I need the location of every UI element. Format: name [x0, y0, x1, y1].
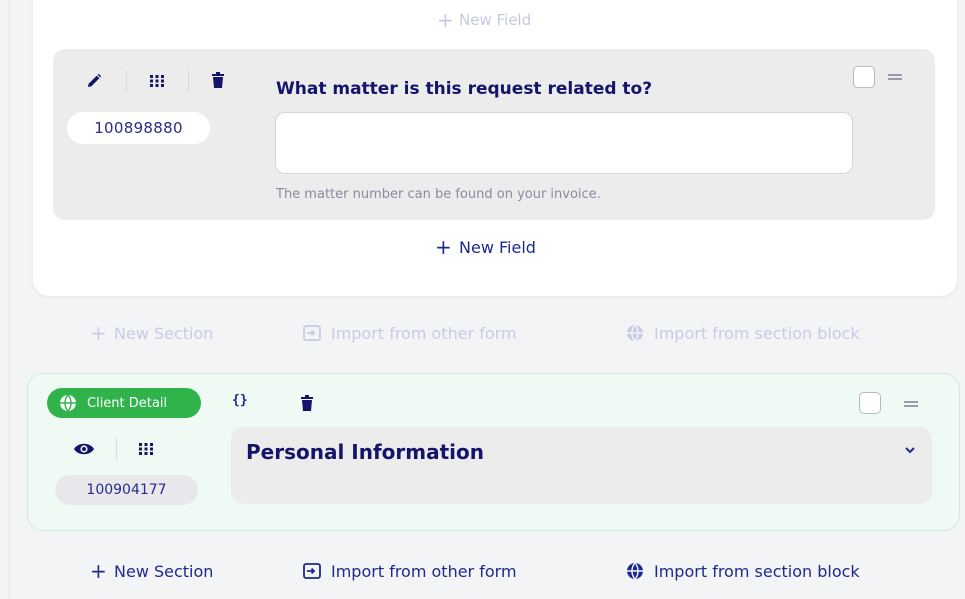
- new-section-label: New Section: [114, 323, 214, 343]
- matter-input[interactable]: [275, 112, 853, 174]
- new-section-label: New Section: [114, 561, 214, 581]
- pencil-icon[interactable]: [85, 72, 103, 90]
- field-id: 100898880: [67, 112, 210, 144]
- import-form-label: Import from other form: [331, 561, 517, 581]
- section-title-box[interactable]: [231, 427, 932, 504]
- new-field-label: New Field: [459, 237, 536, 257]
- new-field-button[interactable]: + New Field: [435, 236, 536, 258]
- chevron-down-icon[interactable]: [905, 443, 915, 457]
- globe-icon: [60, 394, 76, 412]
- import-form-label: Import from other form: [331, 323, 517, 343]
- field-help-text: The matter number can be found on your i…: [276, 187, 601, 202]
- divider: [188, 70, 189, 92]
- code-braces-icon[interactable]: {}: [232, 393, 248, 408]
- import-block-button[interactable]: Import from section block: [626, 560, 860, 582]
- drag-handle-icon[interactable]: [904, 401, 918, 407]
- import-form-button-disabled[interactable]: Import from other form: [303, 322, 517, 344]
- new-field-label: New Field: [459, 11, 532, 29]
- section-title: Personal Information: [246, 440, 484, 464]
- section-id: 100904177: [55, 475, 198, 505]
- import-block-button-disabled[interactable]: Import from section block: [626, 322, 860, 344]
- import-form-button[interactable]: Import from other form: [303, 560, 517, 582]
- trash-icon[interactable]: [299, 393, 315, 413]
- new-section-button-disabled[interactable]: + New Section: [90, 322, 213, 344]
- plus-icon: +: [437, 8, 454, 32]
- plus-icon: +: [435, 235, 452, 259]
- globe-icon: [627, 562, 643, 580]
- badge-label: Client Detail: [87, 395, 168, 411]
- plus-icon: +: [90, 321, 107, 345]
- grid-icon[interactable]: [148, 72, 166, 90]
- import-block-label: Import from section block: [654, 323, 860, 343]
- plus-icon: +: [90, 559, 107, 583]
- import-block-label: Import from section block: [654, 561, 860, 581]
- section-select-checkbox[interactable]: [859, 392, 881, 414]
- new-field-button-ghost[interactable]: + New Field: [437, 10, 531, 30]
- trash-icon[interactable]: [210, 70, 226, 90]
- globe-icon: [627, 324, 643, 342]
- new-section-button[interactable]: + New Section: [90, 560, 213, 582]
- drag-handle-icon[interactable]: [888, 74, 902, 80]
- eye-icon[interactable]: [74, 441, 94, 457]
- import-icon: [303, 325, 321, 341]
- divider: [116, 438, 117, 460]
- left-border: [9, 0, 10, 599]
- field-question-label: What matter is this request related to?: [276, 79, 653, 99]
- grid-icon[interactable]: [137, 441, 155, 457]
- field-select-checkbox[interactable]: [853, 66, 875, 88]
- client-detail-badge[interactable]: Client Detail: [47, 388, 201, 418]
- divider: [126, 70, 127, 92]
- import-icon: [303, 563, 321, 579]
